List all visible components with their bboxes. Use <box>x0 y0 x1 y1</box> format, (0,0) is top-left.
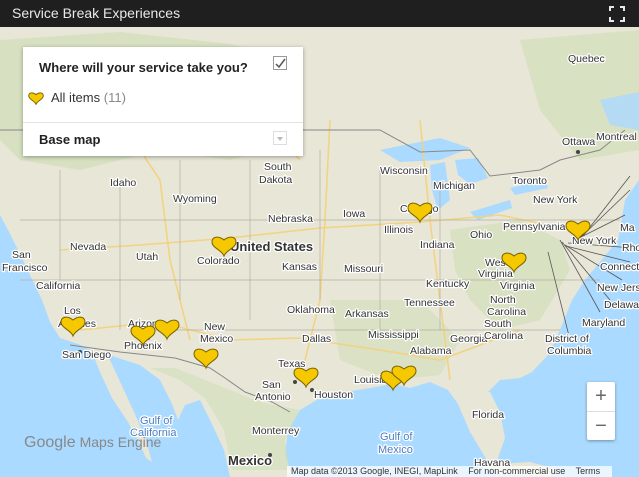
chevron-down-icon <box>277 137 283 141</box>
label-new-york-state: New York <box>533 194 578 206</box>
label-georgia: Georgia <box>450 333 488 345</box>
label-iowa: Iowa <box>343 208 365 220</box>
label-pennsylvania: Pennsylvania <box>503 221 566 233</box>
label-rhode-island: Rho <box>622 242 639 254</box>
zoom-in-button[interactable]: + <box>587 382 615 411</box>
label-gulf-mexico-1: Gulf of <box>380 431 413 443</box>
label-michigan: Michigan <box>433 180 475 192</box>
layer-item-label: All items <box>51 90 101 105</box>
label-alabama: Alabama <box>410 345 452 357</box>
layer-item-all[interactable]: All items (11) <box>28 90 126 105</box>
heart-marker-icon <box>28 92 44 105</box>
label-south-dakota-1: South <box>264 161 292 173</box>
label-new-jersey: New Jersey <box>597 282 639 294</box>
label-new-mexico-2: Mexico <box>200 333 233 345</box>
label-san-antonio-1: San <box>262 379 281 391</box>
attribution-bar: Map data ©2013 Google, INEGI, MapLink Fo… <box>287 466 613 477</box>
label-houston: Houston <box>314 389 353 401</box>
panel-divider <box>23 122 303 123</box>
label-san-antonio-2: Antonio <box>255 391 291 403</box>
label-california: California <box>36 280 81 292</box>
zoom-out-button[interactable]: − <box>587 412 615 441</box>
label-kentucky: Kentucky <box>426 278 470 290</box>
label-tennessee: Tennessee <box>404 297 455 309</box>
label-south-carolina-1: South <box>484 318 512 330</box>
label-florida: Florida <box>472 409 504 421</box>
label-san-francisco-1: San <box>12 249 31 261</box>
layers-panel: Where will your service take you? All it… <box>23 47 303 156</box>
label-mississippi: Mississippi <box>368 329 419 341</box>
base-map-dropdown[interactable] <box>273 131 287 145</box>
label-dallas: Dallas <box>302 333 331 345</box>
label-new-mexico-1: New <box>204 321 225 333</box>
map-data-attribution: Map data ©2013 Google, INEGI, MapLink <box>291 466 458 476</box>
label-south-carolina-2: Carolina <box>484 330 523 342</box>
title-bar: Service Break Experiences <box>0 0 639 27</box>
label-indiana: Indiana <box>420 239 455 251</box>
label-nevada: Nevada <box>70 241 106 253</box>
zoom-control: + − <box>587 382 615 440</box>
label-virginia: Virginia <box>500 280 535 292</box>
label-massachusetts: Ma <box>620 222 635 234</box>
label-missouri: Missouri <box>344 263 383 275</box>
label-montreal: Montreal <box>596 131 637 143</box>
fullscreen-icon[interactable] <box>609 6 625 22</box>
label-wyoming: Wyoming <box>173 193 217 205</box>
label-toronto: Toronto <box>512 175 547 187</box>
label-south-dakota-2: Dakota <box>259 174 292 186</box>
label-united-states: United States <box>230 239 313 254</box>
google-maps-engine-logo: Google Maps Engine <box>24 434 161 452</box>
label-los-angeles-1: Los <box>64 305 81 317</box>
label-ottawa: Ottawa <box>562 136 595 148</box>
label-idaho: Idaho <box>110 177 136 189</box>
label-north-carolina-1: North <box>490 294 516 306</box>
panel-heading: Where will your service take you? <box>39 60 248 75</box>
maps-engine-text: Maps Engine <box>79 434 162 450</box>
label-gulf-california-1: Gulf of <box>140 415 173 427</box>
base-map-label[interactable]: Base map <box>39 132 100 147</box>
label-mexico: Mexico <box>228 453 272 468</box>
label-utah: Utah <box>136 251 158 263</box>
label-kansas: Kansas <box>282 261 317 273</box>
label-district-columbia-2: Columbia <box>547 345 592 357</box>
label-nebraska: Nebraska <box>268 213 313 225</box>
layer-visibility-checkbox[interactable] <box>273 56 287 70</box>
label-ohio: Ohio <box>470 229 492 241</box>
label-wisconsin: Wisconsin <box>380 165 428 177</box>
label-oklahoma: Oklahoma <box>287 304 335 316</box>
label-colorado: Colorado <box>197 255 240 267</box>
terms-link[interactable]: Terms <box>576 466 601 476</box>
label-west-virginia-2: Virginia <box>478 268 513 280</box>
label-district-columbia-1: District of <box>545 333 589 345</box>
label-connecticut: Connect <box>600 261 639 273</box>
label-maryland: Maryland <box>582 317 625 329</box>
checkmark-icon <box>275 58 286 69</box>
non-commercial-link[interactable]: For non-commercial use <box>468 466 565 476</box>
label-san-francisco-2: Francisco <box>2 262 48 274</box>
label-gulf-mexico-2: Mexico <box>378 444 413 456</box>
map-title: Service Break Experiences <box>12 5 181 21</box>
label-monterrey: Monterrey <box>252 425 300 437</box>
layer-item-count: (11) <box>103 90 126 105</box>
google-logo-text: Google <box>24 434 76 451</box>
label-arkansas: Arkansas <box>345 308 389 320</box>
label-illinois: Illinois <box>384 224 413 236</box>
label-delaware: Delaware <box>604 299 639 311</box>
label-san-diego: San Diego <box>62 349 111 361</box>
label-quebec: Quebec <box>568 53 605 65</box>
label-north-carolina-2: Carolina <box>487 306 526 318</box>
